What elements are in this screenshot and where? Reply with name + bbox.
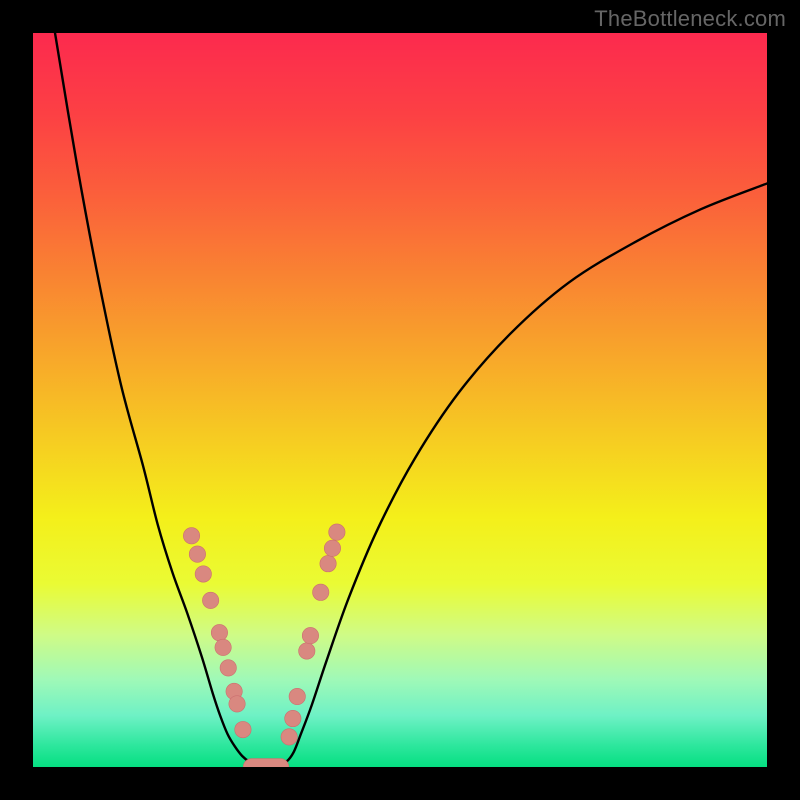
dot-left (183, 528, 199, 544)
gradient-plot-area (33, 33, 767, 767)
dot-left (215, 639, 231, 655)
dot-left (235, 721, 251, 737)
dot-left (220, 660, 236, 676)
dot-left (211, 624, 227, 640)
chart-stage: TheBottleneck.com (0, 0, 800, 800)
dot-left (229, 696, 245, 712)
dot-left (195, 566, 211, 582)
dot-left (189, 546, 205, 562)
dot-right (299, 643, 315, 659)
dot-right (320, 555, 336, 571)
chart-svg (0, 0, 800, 800)
dot-right (281, 729, 297, 745)
dot-right (285, 710, 301, 726)
dot-right (289, 688, 305, 704)
dot-left (202, 592, 218, 608)
dot-right (324, 540, 340, 556)
dot-right (329, 524, 345, 540)
watermark-text: TheBottleneck.com (594, 6, 786, 32)
dot-right (313, 584, 329, 600)
dot-right (302, 627, 318, 643)
